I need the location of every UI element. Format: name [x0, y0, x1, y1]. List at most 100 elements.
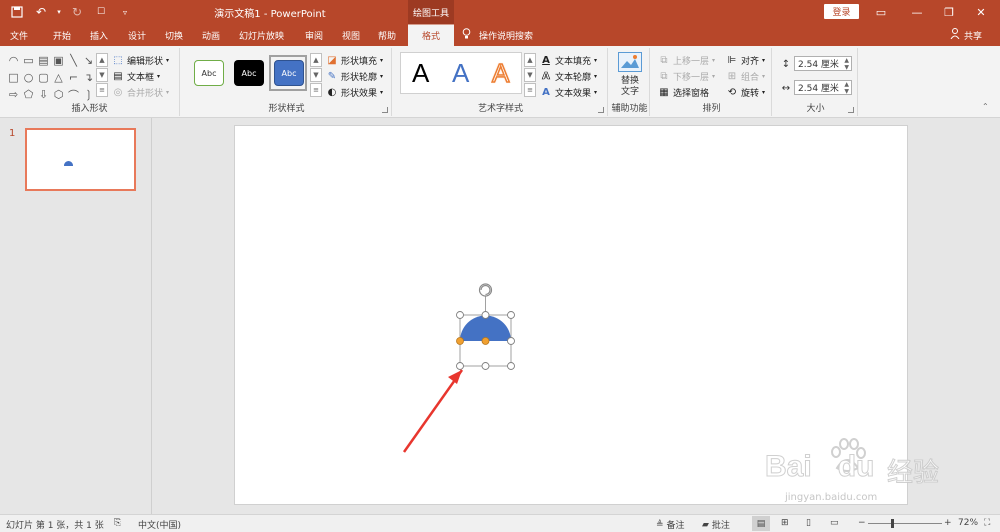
fit-to-window-icon[interactable]: ⛶: [984, 518, 990, 528]
tab-insert[interactable]: 插入: [90, 24, 108, 46]
drawing-tools-context-title: 绘图工具: [408, 0, 454, 24]
merge-shapes-button[interactable]: ◎ 合并形状 ▾: [112, 86, 169, 99]
chevron-up-icon[interactable]: ▲: [96, 53, 108, 67]
tab-transitions[interactable]: 切换: [165, 24, 183, 46]
normal-view-icon[interactable]: ▤: [752, 516, 770, 531]
text-fill-label: 文本填充: [555, 57, 592, 67]
chevron-down-icon: ▾: [594, 89, 598, 96]
spell-check-icon[interactable]: ⎘: [114, 518, 121, 528]
tab-view[interactable]: 视图: [342, 24, 360, 46]
tab-format[interactable]: 格式: [408, 24, 454, 46]
arrow-line-shape-icon[interactable]: ↘: [81, 52, 96, 69]
maximize-icon[interactable]: ❐: [934, 3, 964, 21]
shape-style-black[interactable]: Abc: [234, 60, 264, 86]
rotate-button[interactable]: ⟲ 旋转 ▾: [726, 86, 765, 99]
chevron-down-icon[interactable]: ▼: [310, 68, 322, 82]
tab-animations[interactable]: 动画: [202, 24, 220, 46]
bring-forward-button[interactable]: ⧉ 上移一层 ▾: [658, 54, 715, 67]
text-fill-button[interactable]: A 文本填充 ▾: [540, 54, 597, 67]
wordart-black[interactable]: A: [412, 58, 429, 89]
slideshow-view-icon[interactable]: ▭: [830, 518, 839, 528]
comments-button[interactable]: ▰ 批注: [702, 518, 730, 532]
chevron-down-icon: ▾: [712, 57, 716, 64]
height-spinner[interactable]: ▲ ▼: [844, 57, 849, 71]
tab-review[interactable]: 审阅: [305, 24, 323, 46]
text-outline-button[interactable]: A 文本轮廓 ▾: [540, 70, 597, 83]
zoom-in-icon[interactable]: +: [944, 518, 952, 528]
gallery-more-icon[interactable]: ≡: [524, 83, 536, 97]
tab-design[interactable]: 设计: [128, 24, 146, 46]
chevron-up-icon[interactable]: ▲: [310, 53, 322, 67]
zoom-out-icon[interactable]: −: [858, 518, 866, 528]
width-spinner[interactable]: ▲ ▼: [844, 81, 849, 95]
zoom-slider-track[interactable]: [868, 523, 942, 524]
shape-styles-launcher[interactable]: [382, 107, 388, 113]
elbow-arrow-shape-icon[interactable]: ↴: [81, 69, 96, 86]
align-button[interactable]: ⊫ 对齐 ▾: [726, 54, 765, 67]
tab-slideshow[interactable]: 幻灯片放映: [239, 24, 284, 46]
language-status[interactable]: 中文(中国): [138, 518, 181, 531]
alt-text-icon[interactable]: [618, 52, 642, 72]
alt-text-button[interactable]: 替换 文字: [610, 76, 650, 98]
slide-thumbnails-pane: 1: [0, 118, 152, 514]
selection-pane-button[interactable]: ▦ 选择窗格: [658, 86, 709, 99]
gallery-more-icon[interactable]: ≡: [310, 83, 322, 97]
wordart-orange-outline[interactable]: A: [491, 57, 510, 89]
chevron-down-icon[interactable]: ▼: [524, 68, 536, 82]
share-button[interactable]: 共享: [950, 24, 982, 46]
shape-style-outline-green[interactable]: Abc: [194, 60, 224, 86]
tab-help[interactable]: 帮助: [378, 24, 396, 46]
text-effects-label: 文本效果: [555, 89, 592, 99]
text-box-icon: ▤: [113, 71, 123, 82]
arc-shape-icon[interactable]: ◠: [6, 52, 21, 69]
group-objects-button[interactable]: ⊞ 组合 ▾: [726, 70, 765, 83]
collapse-ribbon-icon[interactable]: ⌃: [982, 102, 989, 111]
chevron-up-icon[interactable]: ▲: [524, 53, 536, 67]
zoom-slider-thumb[interactable]: [891, 519, 894, 528]
gallery-more-icon[interactable]: ≡: [96, 83, 108, 97]
shape-height-input[interactable]: 2.54 厘米 ▲ ▼: [794, 56, 852, 71]
triangle-shape-icon[interactable]: △: [51, 69, 66, 86]
slide-thumbnail[interactable]: [25, 128, 136, 191]
rectangle-shape-icon[interactable]: ▭: [21, 52, 36, 69]
tell-me-search[interactable]: 操作说明搜索: [462, 24, 533, 46]
text-box-shape-icon[interactable]: ▤: [36, 52, 51, 69]
rotate-handle-icon[interactable]: [478, 283, 493, 297]
chevron-down-icon[interactable]: ▼: [96, 68, 108, 82]
shape-style-blue[interactable]: Abc: [274, 60, 304, 86]
line-shape-icon[interactable]: ╲: [66, 52, 81, 69]
shapes-gallery[interactable]: ◠ ▭ ▤ ▣ ╲ ↘ □ ○ ▢ △ ⌐ ↴ ⇨ ⬠ ⇩ ⬡ ⌒ ❳: [6, 52, 96, 103]
tab-file[interactable]: 文件: [10, 24, 28, 46]
shape-outline-button[interactable]: ✎ 形状轮廓 ▾: [326, 70, 383, 83]
status-bar: 幻灯片 第 1 张，共 1 张 ⎘ 中文(中国) ≜ 备注 ▰ 批注 ▤ ⊞ ▯ ▭…: [0, 514, 1000, 532]
chevron-down-icon: ▾: [762, 89, 766, 96]
size-launcher[interactable]: [848, 107, 854, 113]
rect-outline-shape-icon[interactable]: □: [6, 69, 21, 86]
shape-width-input[interactable]: 2.54 厘米 ▲ ▼: [794, 80, 852, 95]
chevron-down-icon: ▾: [380, 73, 384, 80]
elbow-connector-shape-icon[interactable]: ⌐: [66, 69, 81, 86]
thumbnail-half-circle-shape: [64, 161, 73, 166]
tab-home[interactable]: 开始: [53, 24, 71, 46]
text-box-button[interactable]: ▤ 文本框 ▾: [112, 70, 160, 83]
ribbon-display-icon[interactable]: ▭: [866, 3, 896, 21]
edit-shape-button[interactable]: ⬚ 编辑形状 ▾: [112, 54, 169, 67]
shape-fill-button[interactable]: ◪ 形状填充 ▾: [326, 54, 383, 67]
send-backward-button[interactable]: ⧉ 下移一层 ▾: [658, 70, 715, 83]
wordart-blue[interactable]: A: [452, 58, 469, 89]
slide-sorter-icon[interactable]: ⊞: [781, 518, 789, 528]
minimize-icon[interactable]: —: [902, 3, 932, 21]
oval-shape-icon[interactable]: ○: [21, 69, 36, 86]
login-button[interactable]: 登录: [824, 4, 859, 19]
shape-effects-button[interactable]: ◐ 形状效果 ▾: [326, 86, 383, 99]
rounded-rect-shape-icon[interactable]: ▢: [36, 69, 51, 86]
text-effects-button[interactable]: A 文本效果 ▾: [540, 86, 597, 99]
close-icon[interactable]: ✕: [966, 3, 996, 21]
wordart-launcher[interactable]: [598, 107, 604, 113]
text-outline-icon: A: [542, 71, 550, 83]
notes-button[interactable]: ≜ 备注: [656, 518, 685, 532]
group-label-accessibility: 辅助功能: [611, 104, 648, 114]
reading-view-icon[interactable]: ▯: [806, 518, 811, 528]
image-frame-shape-icon[interactable]: ▣: [51, 52, 66, 69]
zoom-level[interactable]: 72%: [958, 518, 978, 528]
